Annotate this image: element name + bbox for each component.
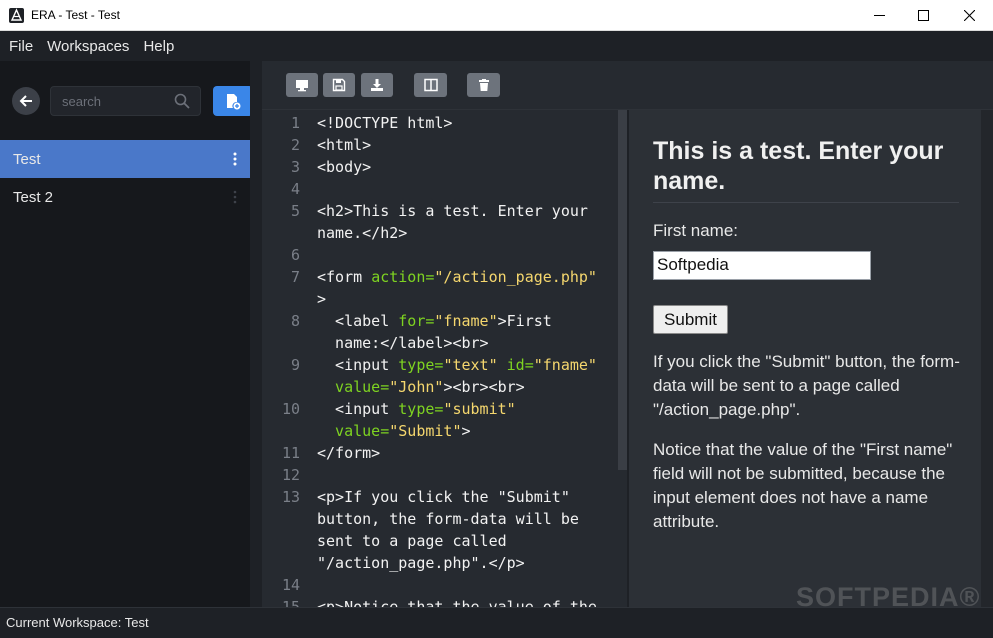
code-line: name:</label><br>: [317, 334, 489, 352]
menu-help[interactable]: Help: [143, 38, 174, 55]
preview-button[interactable]: [286, 73, 318, 97]
preview-divider: [653, 202, 959, 203]
line-number: 14: [281, 576, 300, 594]
html-preview: This is a test. Enter your name. First n…: [629, 110, 981, 607]
code-line: value="John"><br><br>: [317, 378, 525, 396]
sidebar: search Test Test 2: [0, 61, 258, 607]
code-line: button, the form-data will be: [317, 510, 579, 528]
preview-first-name-input[interactable]: Softpedia: [653, 251, 871, 280]
code-line: <html>: [317, 136, 372, 154]
code-line: value="Submit">: [317, 422, 471, 440]
code-line: >: [317, 290, 327, 308]
list-item-test[interactable]: Test: [0, 140, 250, 178]
monitor-icon: [296, 80, 308, 92]
status-text: Current Workspace: Test: [6, 615, 149, 630]
line-number: 6: [290, 246, 300, 264]
list-item-label: Test 2: [13, 188, 54, 206]
close-icon: [963, 10, 975, 21]
trash-icon: [478, 79, 489, 91]
code-line: sent to a page called: [317, 532, 507, 550]
preview-paragraph: If you click the "Submit" button, the fo…: [653, 352, 960, 419]
search-icon: [174, 93, 190, 109]
code-editor[interactable]: 1 2 3 4 5 6 7 8 9 10 11 12 13 14 15 <!DO…: [262, 110, 627, 607]
line-number: 11: [281, 444, 300, 462]
title-bar: ERA - Test - Test: [0, 0, 993, 31]
code-line: <p>Notice that the value of the: [317, 598, 597, 607]
minimize-button[interactable]: [856, 0, 902, 31]
code-line: name.</h2>: [317, 224, 408, 242]
code-line: <h2>This is a test. Enter your: [317, 202, 588, 220]
download-icon: [371, 79, 383, 91]
download-button[interactable]: [361, 73, 393, 97]
editor-toolbar: [262, 61, 993, 110]
maximize-button[interactable]: [900, 0, 946, 31]
sidebar-scrollbar[interactable]: [250, 61, 258, 607]
minimize-icon: [873, 15, 885, 16]
menu-workspaces[interactable]: Workspaces: [47, 38, 129, 55]
line-number: 13: [281, 488, 300, 506]
list-item-test-2[interactable]: Test 2: [0, 178, 250, 216]
split-view-button[interactable]: [414, 73, 447, 97]
line-number: 8: [290, 312, 300, 330]
editor-scrollbar-thumb[interactable]: [618, 110, 627, 470]
code-line: </form>: [317, 444, 381, 462]
line-number: 1: [290, 114, 300, 132]
preview-paragraph: Notice that the value of the "First name…: [653, 440, 953, 531]
code-line: <input type="submit": [317, 400, 516, 418]
split-view-icon: [423, 78, 438, 92]
line-number: 4: [290, 180, 300, 198]
code-line: <!DOCTYPE html>: [317, 114, 453, 132]
line-number: 7: [290, 268, 300, 286]
save-button[interactable]: [323, 73, 355, 97]
preview-submit-button[interactable]: Submit: [653, 305, 728, 334]
code-line: "/action_page.php".</p>: [317, 554, 525, 572]
line-number: 5: [290, 202, 300, 220]
line-number: 12: [281, 466, 300, 484]
preview-label: First name:: [653, 221, 739, 240]
new-file-icon: [227, 93, 241, 109]
preview-heading: This is a test. Enter your name.: [653, 137, 944, 195]
more-vertical-icon[interactable]: [233, 152, 237, 166]
search-input[interactable]: search: [50, 86, 201, 116]
code-line: <body>: [317, 158, 372, 176]
window-title: ERA - Test - Test: [31, 8, 120, 22]
line-number: 10: [281, 400, 300, 418]
arrow-left-icon: [19, 95, 32, 107]
menu-file[interactable]: File: [9, 38, 33, 55]
preview-scrollbar[interactable]: [981, 110, 993, 607]
code-line: <p>If you click the "Submit": [317, 488, 570, 506]
line-number: 3: [290, 158, 300, 176]
menu-bar: File Workspaces Help: [0, 31, 993, 61]
code-line: <label for="fname">First: [317, 312, 552, 330]
maximize-icon: [917, 10, 929, 21]
search-placeholder: search: [62, 94, 102, 109]
save-icon: [332, 78, 346, 92]
back-button[interactable]: [12, 87, 40, 115]
code-line: <form action="/action_page.php": [317, 268, 597, 286]
more-vertical-icon[interactable]: [233, 190, 237, 204]
line-number: 9: [290, 356, 300, 374]
era-logo-icon: [9, 8, 24, 23]
status-bar: Current Workspace: Test: [0, 607, 993, 638]
line-number: 15: [281, 598, 300, 607]
close-button[interactable]: [946, 0, 992, 31]
list-item-label: Test: [13, 150, 41, 168]
delete-button[interactable]: [467, 73, 500, 97]
line-number: 2: [290, 136, 300, 154]
new-file-button[interactable]: [213, 86, 253, 116]
code-line: <input type="text" id="fname": [317, 356, 597, 374]
